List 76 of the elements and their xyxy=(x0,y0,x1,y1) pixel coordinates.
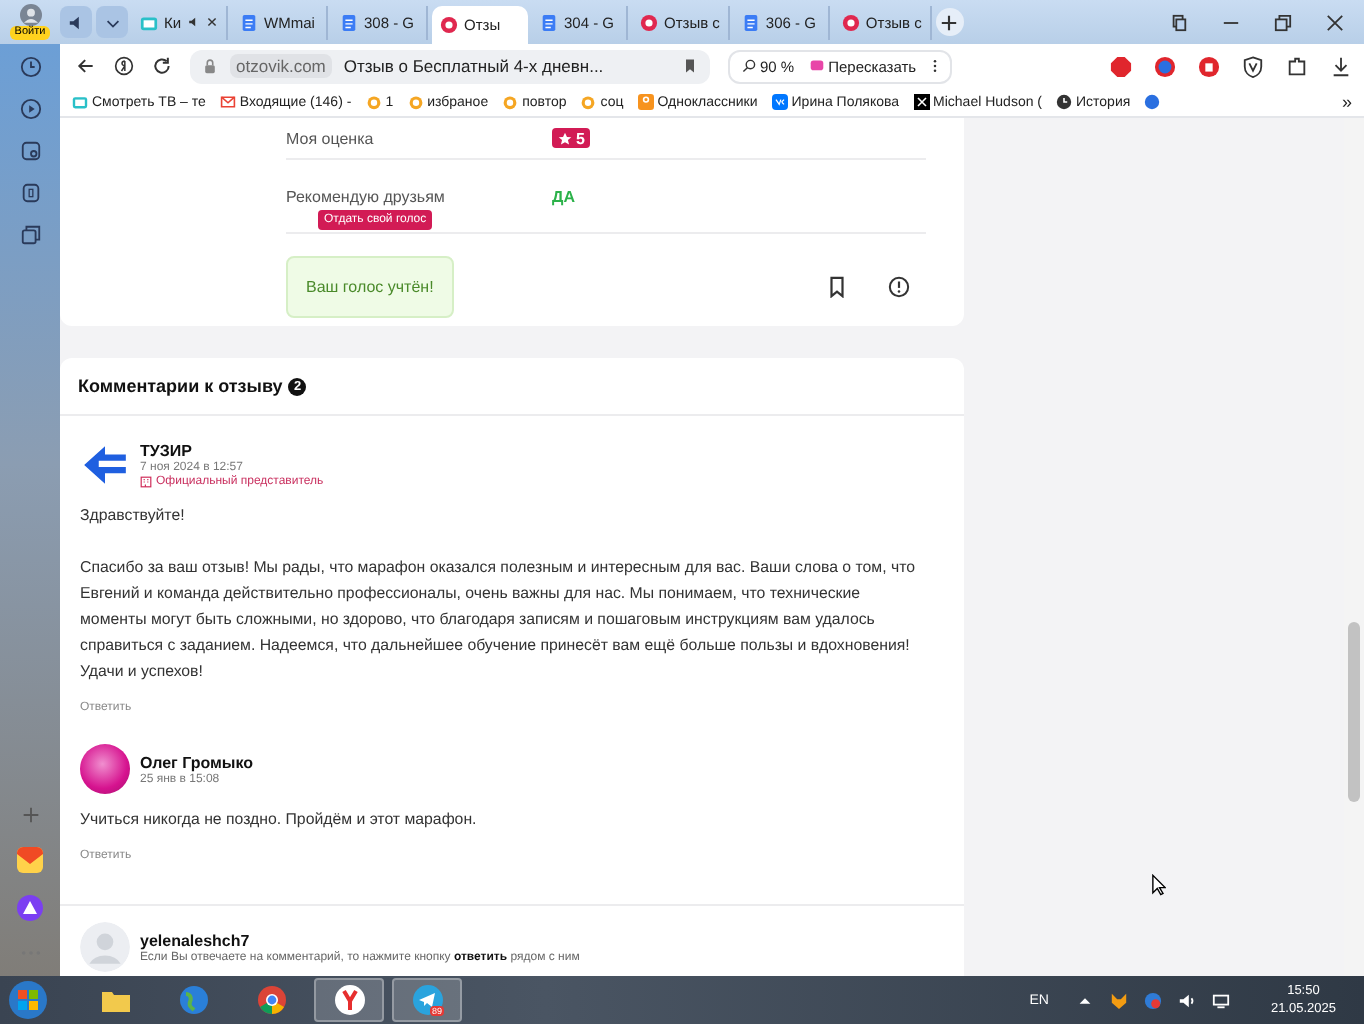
scrollbar-thumb[interactable] xyxy=(1348,622,1360,802)
volume-icon[interactable] xyxy=(1178,991,1197,1009)
square-logo-icon xyxy=(637,94,654,110)
ring-icon xyxy=(407,94,424,110)
square-logo-icon xyxy=(771,94,788,110)
document-icon xyxy=(240,13,258,31)
restore-icon[interactable] xyxy=(1274,13,1292,31)
tv-icon xyxy=(140,13,158,31)
comments-heading: Комментарии к отзыву xyxy=(78,376,283,396)
shield-icon[interactable] xyxy=(1242,55,1264,77)
vote-message: Ваш голос учтён! xyxy=(286,255,454,317)
speaker-icon xyxy=(187,16,200,28)
mouse-cursor-icon xyxy=(1152,874,1166,896)
stack-icon[interactable] xyxy=(19,224,41,246)
ring-icon xyxy=(440,16,458,34)
document-icon xyxy=(340,13,358,31)
close-icon[interactable] xyxy=(205,16,218,28)
puzzle-icon[interactable] xyxy=(1286,55,1308,77)
bookmark-icon[interactable] xyxy=(682,58,698,74)
app-icon[interactable] xyxy=(19,182,41,204)
globe-icon[interactable] xyxy=(1144,94,1161,110)
close-icon[interactable] xyxy=(1326,13,1344,31)
star-icon xyxy=(558,131,572,145)
current-username: yelenaleshch7 xyxy=(140,931,252,949)
new-tab-button[interactable] xyxy=(935,8,964,36)
play-icon[interactable] xyxy=(19,98,41,120)
reload-icon[interactable] xyxy=(152,56,172,76)
mail-icon[interactable] xyxy=(16,846,44,874)
document-icon xyxy=(741,13,760,31)
recommend-label: Рекомендую друзьям xyxy=(286,187,447,205)
speaker-icon xyxy=(67,13,85,31)
recommend-value: ДА xyxy=(552,187,575,205)
rating-label: Моя оценка xyxy=(286,129,376,147)
clock-icon xyxy=(1056,94,1072,110)
comment-author[interactable]: ТУЗИР xyxy=(140,442,324,460)
ring-icon xyxy=(365,94,382,110)
antivirus-icon[interactable] xyxy=(1144,991,1163,1009)
ring-icon xyxy=(580,94,597,110)
yandex-logo-icon[interactable] xyxy=(114,56,134,76)
copy-icon[interactable] xyxy=(1170,13,1188,31)
ring-icon xyxy=(502,94,519,110)
ring-icon xyxy=(841,13,860,31)
download-icon[interactable] xyxy=(1330,55,1352,77)
user-avatar-icon[interactable] xyxy=(19,4,41,26)
clock-icon[interactable] xyxy=(19,56,41,78)
ring-icon xyxy=(640,13,658,31)
warning-icon[interactable] xyxy=(888,275,910,297)
assistant-icon[interactable] xyxy=(16,894,44,922)
y-logo-icon xyxy=(333,984,365,1016)
user-silhouette-icon xyxy=(80,922,130,972)
start-button[interactable] xyxy=(8,980,48,1020)
audio-tab-button[interactable] xyxy=(60,6,92,38)
globe-icon xyxy=(177,984,209,1016)
speech-bubble-icon xyxy=(810,58,825,74)
tv-icon xyxy=(72,94,88,110)
browser-logo-icon xyxy=(255,984,287,1016)
lock-icon xyxy=(202,58,218,74)
plus-icon xyxy=(940,13,959,31)
more-bookmarks-button[interactable]: » xyxy=(1341,92,1352,112)
bookmark-icon[interactable] xyxy=(826,275,848,297)
adblock-icon[interactable] xyxy=(1110,55,1132,77)
search-icon xyxy=(742,58,756,74)
building-icon xyxy=(140,476,152,488)
paper-plane-icon xyxy=(411,984,443,1016)
x-logo-icon xyxy=(913,94,930,110)
network-icon[interactable] xyxy=(1212,991,1231,1009)
address-field[interactable]: otzovik.com Отзыв о Бесплатный 4-х дневн... xyxy=(190,49,710,83)
rating-badge: 5 xyxy=(552,128,591,148)
user-avatar xyxy=(80,744,130,794)
comment-author[interactable]: Олег Громыко xyxy=(140,753,254,771)
fox-icon[interactable] xyxy=(1110,991,1129,1009)
tabs-dropdown-button[interactable] xyxy=(96,6,128,38)
yandex-taskbar-button[interactable] xyxy=(314,978,384,1022)
document-icon xyxy=(540,13,558,31)
envelope-icon xyxy=(219,94,236,110)
back-icon[interactable] xyxy=(76,56,96,76)
